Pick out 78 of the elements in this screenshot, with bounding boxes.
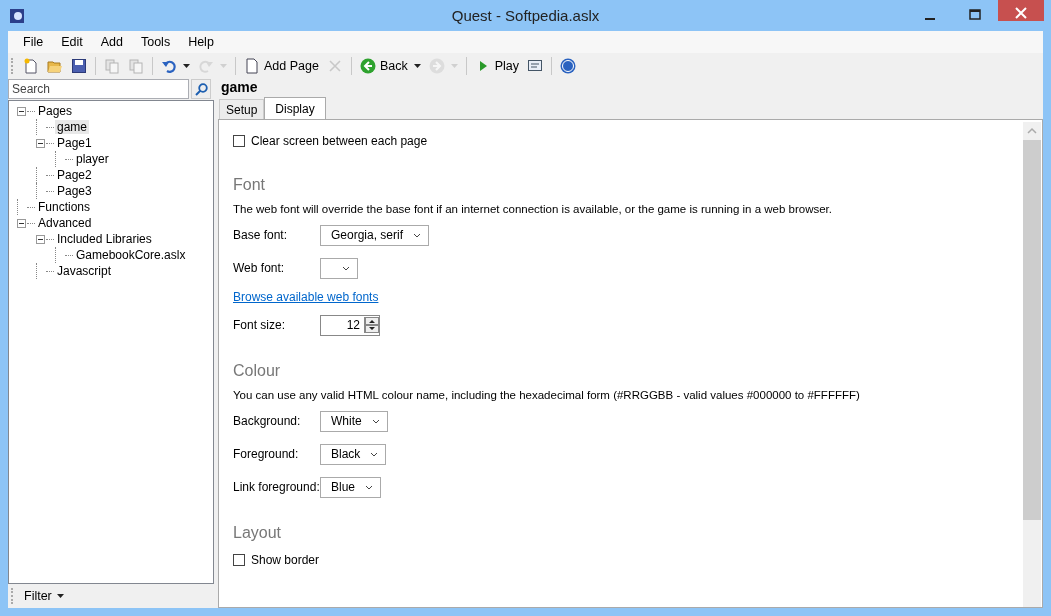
collapse-icon[interactable] bbox=[36, 234, 45, 244]
number-spinner[interactable]: 12 bbox=[320, 314, 380, 336]
page-icon bbox=[244, 58, 260, 74]
section-heading: Font bbox=[233, 176, 266, 194]
toolbar-button[interactable]: Back bbox=[356, 56, 424, 76]
description-text: The web font will override the base font if an internet connection is available, or the game is running in a web browser. bbox=[233, 203, 833, 215]
help-icon bbox=[560, 58, 577, 74]
caret-icon bbox=[370, 451, 379, 457]
dropdown[interactable]: Black bbox=[320, 443, 387, 465]
menu-item[interactable]: Add bbox=[91, 33, 132, 51]
description-text: You can use any valid HTML colour name, including the hexadecimal form (#RRGGBB - valid values #000000 to #FFFFFF) bbox=[233, 389, 861, 401]
redo-icon bbox=[198, 58, 214, 74]
tree-item[interactable]: game bbox=[55, 120, 90, 134]
menu-item[interactable]: Edit bbox=[52, 33, 92, 51]
copy-icon bbox=[104, 58, 120, 74]
checkbox-label: Clear screen between each page bbox=[251, 134, 428, 148]
tree-item[interactable]: Advanced bbox=[36, 216, 94, 230]
collapse-icon[interactable] bbox=[17, 106, 26, 116]
collapse-icon[interactable] bbox=[17, 218, 26, 228]
field-label: Link foreground: bbox=[233, 480, 320, 494]
dropdown[interactable]: White bbox=[320, 410, 388, 432]
page-title: game bbox=[220, 79, 259, 97]
tree-item[interactable]: Page1 bbox=[55, 136, 94, 150]
field-label: Base font: bbox=[233, 228, 289, 242]
search-field[interactable]: Search bbox=[8, 79, 189, 99]
folder-icon bbox=[47, 58, 63, 74]
toolbar-button[interactable]: Play bbox=[471, 56, 523, 76]
tree-item[interactable]: Functions bbox=[36, 200, 93, 214]
menu-item[interactable]: Help bbox=[179, 33, 223, 51]
undo-icon bbox=[161, 58, 177, 74]
log-window-icon bbox=[527, 58, 544, 74]
delete-icon bbox=[326, 58, 343, 74]
collapse-icon[interactable] bbox=[36, 138, 45, 148]
caret-icon bbox=[342, 265, 350, 271]
new-file-icon bbox=[23, 58, 39, 74]
back-icon bbox=[359, 58, 376, 74]
app-icon bbox=[8, 6, 26, 25]
tab[interactable]: Setup bbox=[219, 99, 265, 119]
caret-icon bbox=[450, 64, 458, 68]
caret-icon bbox=[220, 64, 227, 68]
checkbox[interactable] bbox=[233, 554, 245, 566]
caret-icon bbox=[56, 594, 64, 598]
tree-item[interactable]: Javascript bbox=[55, 264, 114, 278]
filter-button[interactable]: Filter bbox=[18, 588, 70, 604]
field-label: Font size: bbox=[233, 318, 287, 332]
tree-item[interactable]: Page2 bbox=[55, 168, 94, 182]
scrollbar[interactable] bbox=[1023, 122, 1041, 607]
search-button[interactable] bbox=[191, 79, 211, 99]
toolbar-button[interactable]: Add Page bbox=[241, 56, 322, 76]
dropdown[interactable]: Blue bbox=[320, 476, 382, 498]
tree-item[interactable]: Page3 bbox=[55, 184, 94, 198]
menu-item[interactable]: Tools bbox=[131, 33, 180, 51]
close-button[interactable] bbox=[998, 0, 1044, 21]
menu-item[interactable]: File bbox=[14, 33, 53, 51]
paste-icon bbox=[128, 58, 144, 74]
section-heading: Colour bbox=[233, 362, 282, 380]
tree-item[interactable]: player bbox=[74, 152, 111, 166]
caret-icon bbox=[183, 64, 190, 68]
web-fonts-link[interactable]: Browse available web fonts bbox=[233, 290, 379, 304]
tree-item[interactable]: Pages bbox=[36, 104, 75, 118]
window-title: Quest - Softpedia.aslx bbox=[451, 7, 600, 24]
caret-icon bbox=[371, 418, 380, 424]
section-heading: Layout bbox=[233, 524, 283, 542]
dropdown[interactable]: Georgia, serif bbox=[320, 224, 430, 246]
tree-item[interactable]: Included Libraries bbox=[55, 232, 154, 246]
checkbox[interactable] bbox=[233, 135, 245, 147]
tab[interactable]: Display bbox=[264, 97, 326, 119]
save-icon bbox=[71, 58, 87, 74]
forward-icon bbox=[428, 58, 445, 74]
caret-icon bbox=[413, 232, 422, 238]
caret-icon bbox=[365, 484, 374, 490]
field-label: Web font: bbox=[233, 261, 286, 275]
field-label: Background: bbox=[233, 414, 302, 428]
field-label: Foreground: bbox=[233, 447, 300, 461]
checkbox-label: Show border bbox=[251, 553, 320, 567]
close-icon bbox=[1015, 7, 1027, 19]
caret-icon bbox=[413, 64, 421, 68]
tree-item[interactable]: GamebookCore.aslx bbox=[74, 248, 188, 262]
